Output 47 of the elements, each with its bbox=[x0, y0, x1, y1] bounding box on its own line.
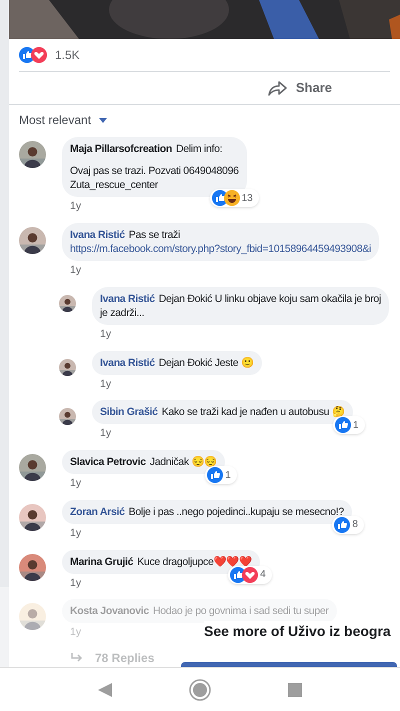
reaction-badge[interactable]: 4 bbox=[228, 566, 272, 584]
home-icon[interactable] bbox=[188, 678, 211, 700]
comment-time[interactable]: 1y bbox=[92, 424, 112, 442]
comment-time[interactable]: 1y bbox=[62, 197, 82, 215]
reaction-count[interactable]: 1.5K bbox=[55, 46, 80, 64]
reaction-badge[interactable]: 1 bbox=[332, 416, 365, 434]
reaction-count: 4 bbox=[259, 568, 267, 582]
back-icon[interactable] bbox=[98, 682, 112, 696]
comment-time[interactable]: 1y bbox=[62, 574, 82, 592]
comment-time[interactable]: 1y bbox=[92, 324, 112, 342]
reply-arrow-icon bbox=[71, 653, 83, 663]
comment-time[interactable]: 1y bbox=[92, 374, 112, 392]
commenter-name[interactable]: Sibin Grašić bbox=[100, 405, 158, 420]
comment-text: je zadrži... bbox=[100, 306, 146, 320]
reaction-count: 8 bbox=[351, 518, 359, 532]
reaction-badge[interactable]: 8 bbox=[332, 516, 364, 534]
commenter-name[interactable]: Marina Grujić bbox=[70, 554, 134, 568]
see-more-title: See more of Uživo iz beogra bbox=[204, 621, 391, 642]
comment-text: Kuce dragoljupce❤❤❤ bbox=[137, 554, 252, 568]
comment-time[interactable]: 1y bbox=[62, 261, 82, 279]
comment-time[interactable]: 1y bbox=[62, 524, 82, 542]
caret-icon bbox=[99, 118, 108, 123]
commenter-name[interactable]: Ivana Ristić bbox=[70, 228, 125, 242]
comment-link[interactable]: https://m.facebook.com/story.php?story_fbid=10158964459493908&i bbox=[70, 242, 372, 256]
reaction-count: 1 bbox=[352, 418, 360, 433]
commenter-name[interactable]: Maja Pillarsofcreation bbox=[70, 142, 172, 156]
comment-text: Zuta_rescue_center bbox=[70, 178, 159, 192]
commenter-name[interactable]: Ivana Ristić bbox=[100, 356, 155, 370]
commenter-name[interactable]: Ivana Ristić bbox=[100, 292, 155, 306]
comment-text: Pas se traži bbox=[128, 228, 180, 242]
comment-time[interactable]: 1y bbox=[62, 474, 82, 492]
reaction-count: 1 bbox=[224, 468, 232, 482]
comment-text: Delim info: bbox=[176, 142, 222, 156]
comment-text: Jadničak 😔😔 bbox=[150, 455, 217, 469]
comment-text: Hodao je po govnima i sad sedi tu super bbox=[152, 604, 329, 618]
reaction-badge[interactable]: 1 bbox=[205, 466, 237, 484]
reaction-count: 13 bbox=[240, 192, 254, 206]
sort-dropdown[interactable]: Most relevant bbox=[19, 111, 108, 130]
share-button[interactable]: Share bbox=[268, 78, 332, 98]
commenter-name[interactable]: Zoran Arsić bbox=[70, 504, 125, 519]
recents-icon[interactable] bbox=[288, 682, 302, 696]
share-icon bbox=[268, 80, 288, 96]
comment-text: Ovaj pas se trazi. Pozvati 0649048096 bbox=[70, 164, 239, 178]
comment-text: Dejan Đokić U linku objave koju sam okačila je broj bbox=[158, 292, 381, 306]
comment-text: Dejan Đokić Jeste 🙂 bbox=[158, 356, 254, 370]
commenter-name[interactable]: Slavica Petrovic bbox=[70, 455, 146, 469]
reaction-badge[interactable]: 13 bbox=[210, 189, 259, 208]
